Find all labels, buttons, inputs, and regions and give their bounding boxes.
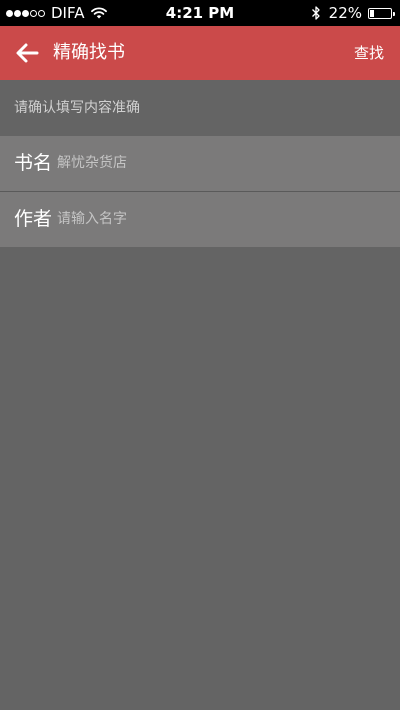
battery-icon: [368, 7, 395, 19]
book-title-row: 书名 解忧杂货店: [0, 136, 400, 191]
page-title: 精确找书: [53, 42, 125, 63]
author-label: 作者: [14, 208, 53, 230]
battery-percent: 22%: [328, 4, 362, 22]
form-hint: 请确认填写内容准确: [14, 100, 140, 116]
arrow-left-icon[interactable]: [14, 41, 40, 65]
battery-tip: [393, 11, 395, 16]
status-bar: DIFA 4:21 PM 22%: [0, 0, 400, 26]
status-right: 22%: [311, 0, 395, 26]
nav-bar: 精确找书 查找: [0, 26, 400, 80]
book-title-label: 书名: [14, 152, 53, 174]
author-row: 作者 请输入名字: [0, 192, 400, 247]
book-title-input[interactable]: 解忧杂货店: [57, 136, 387, 191]
bluetooth-icon: [311, 6, 320, 20]
author-input[interactable]: 请输入名字: [57, 192, 387, 247]
battery-fill: [370, 9, 375, 17]
search-button[interactable]: 查找: [354, 26, 384, 80]
